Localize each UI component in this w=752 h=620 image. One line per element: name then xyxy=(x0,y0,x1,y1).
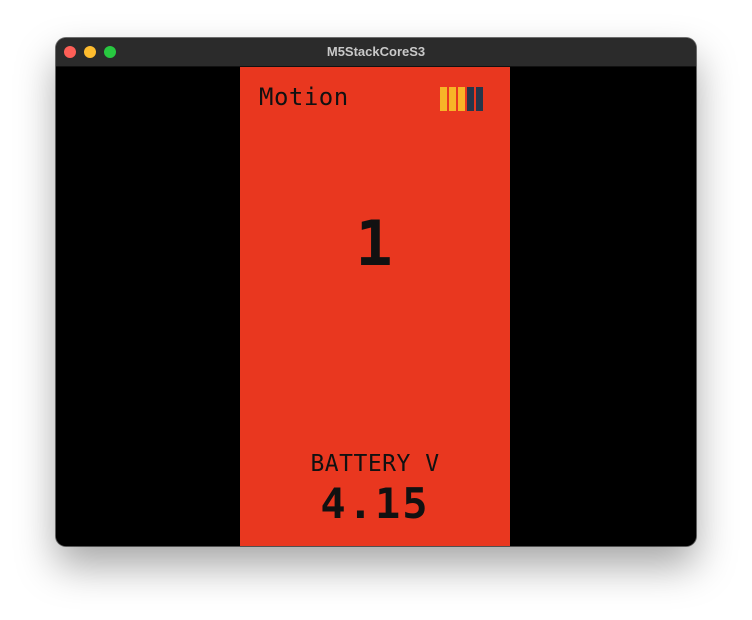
level-segment xyxy=(449,87,456,111)
battery-voltage-value: 4.15 xyxy=(320,479,430,528)
mode-label: Motion xyxy=(259,83,349,111)
window-title: M5StackCoreS3 xyxy=(326,44,426,59)
level-segment xyxy=(476,87,483,111)
device-screen[interactable]: Motion 1 BATTERY V 4.15 xyxy=(240,67,510,546)
level-segment xyxy=(467,87,474,111)
level-segment xyxy=(440,87,447,111)
level-indicator xyxy=(440,87,483,111)
level-segment xyxy=(458,87,465,111)
window-content: Motion 1 BATTERY V 4.15 xyxy=(56,67,696,546)
battery-label: BATTERY V xyxy=(310,451,440,477)
app-window: M5StackCoreS3 Motion 1 BATTERY V 4.15 xyxy=(56,38,696,546)
counter-value: 1 xyxy=(355,207,395,280)
title-bar[interactable]: M5StackCoreS3 xyxy=(56,38,696,67)
